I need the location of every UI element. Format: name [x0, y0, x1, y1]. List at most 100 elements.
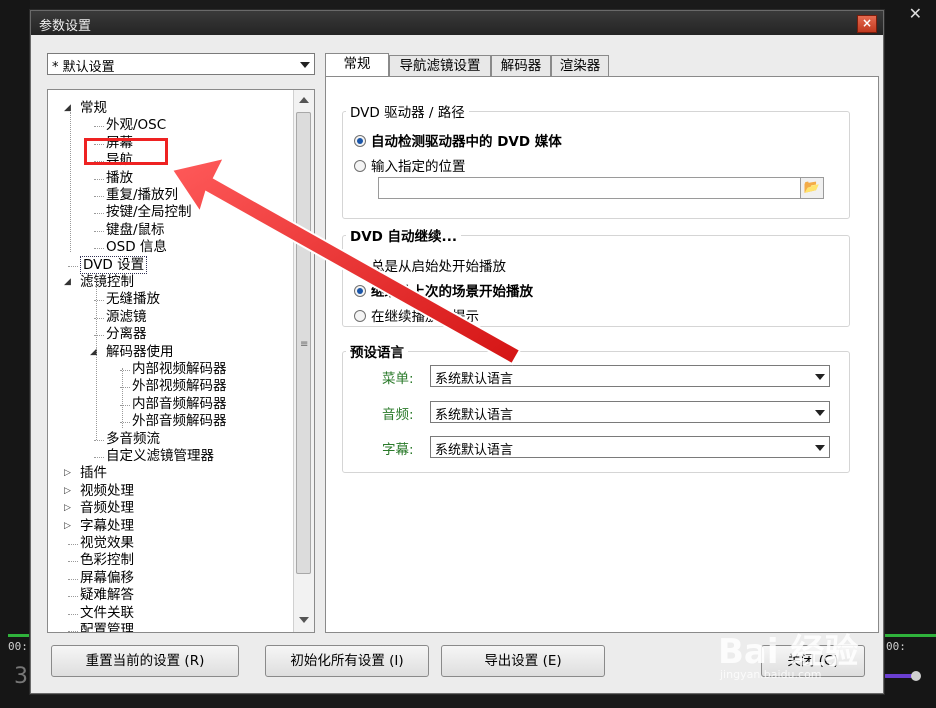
tab-general[interactable]: 常规	[325, 53, 389, 77]
tree-item[interactable]: 外部视频解码器	[132, 378, 227, 395]
tree-guide-line	[70, 112, 71, 252]
tree-item[interactable]: 屏幕偏移	[80, 570, 134, 587]
reset-settings-button[interactable]: 重置当前的设置 (R)	[51, 645, 239, 677]
preset-language-title: 预设语言	[346, 341, 408, 361]
tree-item[interactable]: 键盘/鼠标	[106, 222, 165, 239]
tree-item[interactable]: 文件关联	[80, 605, 134, 622]
tree-item[interactable]: 疑难解答	[80, 587, 134, 604]
tree-item[interactable]: 外观/OSC	[106, 117, 166, 134]
player-right-edge	[880, 0, 936, 708]
dialog-close-button[interactable]: ×	[857, 15, 877, 33]
tree-item-label: 音频处理	[80, 500, 134, 517]
tree-item-label: 重复/播放列	[106, 187, 179, 203]
subtitle-language-select[interactable]: 系统默认语言	[430, 436, 830, 458]
tree-item-label: 文件关联	[80, 604, 134, 621]
tree-item[interactable]: 外部音频解码器	[132, 413, 227, 430]
menu-language-label: 菜单:	[382, 371, 414, 387]
tree-item-label: 配置管理	[80, 622, 134, 633]
tree-scroll-thumb[interactable]: ≡	[296, 112, 311, 574]
dialog-title: 参数设置	[39, 19, 92, 34]
tree-item[interactable]: 多音频流	[106, 431, 160, 448]
tree-connector	[94, 457, 104, 458]
tree-item[interactable]: 内部音频解码器	[132, 396, 227, 413]
player-close-icon[interactable]: ✕	[909, 4, 922, 23]
radio-resume-start[interactable]: 总是从启始处开始播放	[354, 255, 506, 275]
dvd-path-input[interactable]	[378, 177, 802, 199]
tree-item-label: 外部视频解码器	[132, 378, 227, 395]
tab-renderer[interactable]: 渲染器	[551, 55, 609, 76]
radio-unchecked-icon[interactable]	[354, 310, 366, 322]
radio-unchecked-icon[interactable]	[354, 260, 366, 272]
expand-icon[interactable]: ▷	[64, 486, 71, 496]
tree-connector	[68, 578, 78, 580]
tree-item[interactable]: 自定义滤镜管理器	[106, 448, 214, 465]
volume-slider-knob[interactable]	[911, 671, 921, 681]
tree-item-label: 外部音频解码器	[132, 413, 227, 430]
settings-dialog: 参数设置 × * 默认设置 ≡ ◢ 常规 外观/OSC 屏幕 导航 播放 重复/播放列 按键/…	[30, 10, 884, 694]
scroll-up-icon[interactable]	[299, 97, 309, 103]
tree-guide-line	[122, 368, 123, 428]
radio-unchecked-icon[interactable]	[354, 160, 366, 172]
profile-select-value: * 默认设置	[52, 60, 115, 75]
grip-icon: ≡	[300, 339, 309, 350]
tree-item-label: 键盘/鼠标	[106, 221, 165, 238]
tree-scrollbar[interactable]: ≡	[293, 90, 314, 632]
radio-auto-detect[interactable]: 自动检测驱动器中的 DVD 媒体	[354, 130, 562, 150]
scroll-down-icon[interactable]	[299, 617, 309, 623]
expand-icon[interactable]: ▷	[64, 468, 71, 478]
tree-item-label: 源滤镜	[106, 308, 147, 325]
profile-select[interactable]: * 默认设置	[47, 53, 315, 75]
tree-item[interactable]: 无缝播放	[106, 291, 160, 308]
collapse-icon[interactable]: ◢	[64, 277, 71, 287]
tree-item-label: 多音频流	[106, 430, 160, 447]
player-time-right: 00:	[886, 640, 906, 653]
expand-icon[interactable]: ▷	[64, 521, 71, 531]
radio-resume-prompt[interactable]: 在继续播放前提示	[354, 305, 479, 325]
tree-item[interactable]: 内部视频解码器	[132, 361, 227, 378]
tree-item[interactable]: 常规	[80, 100, 107, 117]
baidu-watermark-url: jingyan.baidu.com	[720, 668, 822, 681]
dialog-titlebar[interactable]: 参数设置 ×	[31, 11, 883, 35]
tree-item[interactable]: 色彩控制	[80, 552, 134, 569]
tree-item[interactable]: 滤镜控制	[80, 274, 134, 291]
tree-guide-line	[96, 280, 97, 440]
tree-item[interactable]: 视频处理	[80, 483, 134, 500]
tree-item[interactable]: 音频处理	[80, 500, 134, 517]
tree-item[interactable]: 解码器使用	[106, 344, 174, 361]
audio-language-label: 音频:	[382, 407, 414, 423]
radio-manual-path[interactable]: 输入指定的位置	[354, 155, 466, 175]
subtitle-language-value: 系统默认语言	[435, 443, 514, 458]
tree-item-label: 疑难解答	[80, 587, 134, 604]
tree-item[interactable]: DVD 设置	[80, 255, 148, 274]
tree-item[interactable]: 播放	[106, 170, 133, 187]
tree-item[interactable]: 配置管理	[80, 622, 134, 633]
radio-manual-path-label: 输入指定的位置	[371, 159, 466, 175]
export-settings-button[interactable]: 导出设置 (E)	[441, 645, 605, 677]
settings-tree[interactable]: ≡ ◢ 常规 外观/OSC 屏幕 导航 播放 重复/播放列 按键/全局控制 键盘/鼠标 OSD 信…	[47, 89, 315, 633]
tree-item[interactable]: 插件	[80, 465, 107, 482]
tab-panel-general: DVD 驱动器 / 路径 自动检测驱动器中的 DVD 媒体 输入指定的位置 📂 …	[325, 76, 879, 633]
tree-connector	[94, 230, 104, 232]
tab-navigation-filter[interactable]: 导航滤镜设置	[389, 55, 491, 76]
menu-language-select[interactable]: 系统默认语言	[430, 365, 830, 387]
radio-resume-last[interactable]: 继续从上次的场景开始播放	[354, 280, 533, 300]
radio-checked-icon[interactable]	[354, 135, 366, 147]
chevron-down-icon	[815, 410, 825, 416]
init-all-settings-button[interactable]: 初始化所有设置 (I)	[265, 645, 429, 677]
highlight-box	[84, 138, 168, 165]
tree-item[interactable]: OSD 信息	[106, 239, 167, 256]
tab-decoder[interactable]: 解码器	[491, 55, 551, 76]
tree-item[interactable]: 重复/播放列	[106, 187, 178, 204]
audio-language-select[interactable]: 系统默认语言	[430, 401, 830, 423]
radio-resume-start-label: 总是从启始处开始播放	[371, 259, 506, 275]
tree-item[interactable]: 分离器	[106, 326, 147, 343]
tree-connector	[94, 213, 104, 215]
radio-checked-icon[interactable]	[354, 285, 366, 297]
tree-item-label: 内部视频解码器	[132, 361, 227, 377]
tree-item[interactable]: 源滤镜	[106, 309, 147, 326]
tree-item[interactable]: 按键/全局控制	[106, 204, 192, 221]
tree-item[interactable]: 字幕处理	[80, 518, 134, 535]
tree-item[interactable]: 视觉效果	[80, 535, 134, 552]
browse-folder-button[interactable]: 📂	[800, 177, 824, 199]
expand-icon[interactable]: ▷	[64, 503, 71, 513]
